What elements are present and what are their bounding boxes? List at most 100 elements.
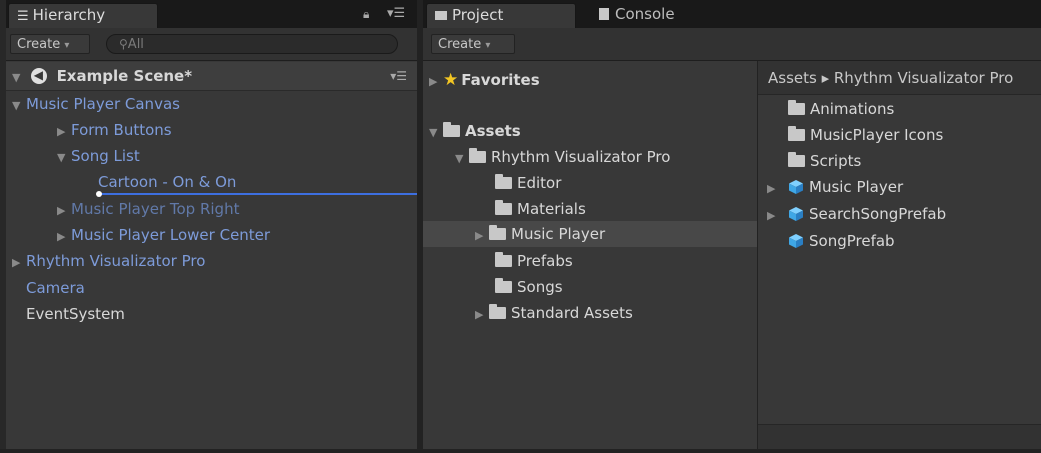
assets-row[interactable]: ▼ Assets	[429, 118, 521, 144]
tab-console-label: Console	[615, 5, 675, 23]
content-item-scripts[interactable]: Scripts	[788, 148, 861, 174]
folder-icon	[788, 100, 805, 115]
folder-icon	[435, 11, 447, 20]
hierarchy-item-eventsystem[interactable]: EventSystem	[26, 301, 125, 327]
tab-hierarchy-label: Hierarchy	[32, 6, 106, 24]
content-item-searchsongprefab[interactable]: ▶ SearchSongPrefab	[767, 201, 946, 227]
hierarchy-item-music-player-canvas[interactable]: ▼ Music Player Canvas	[12, 91, 180, 117]
item-label: Music Player	[511, 225, 606, 243]
hierarchy-create-button[interactable]: Create ▾	[10, 34, 90, 54]
project-toolbar: Create ▾	[423, 28, 1041, 61]
folder-icon	[495, 200, 512, 215]
scene-header[interactable]: ▼ ◀ Example Scene* ▾☰	[6, 62, 417, 91]
item-label: Prefabs	[517, 252, 573, 270]
item-label: Rhythm Visualizator Pro	[491, 148, 671, 166]
item-label: Rhythm Visualizator Pro	[26, 252, 206, 270]
item-label: Camera	[26, 279, 85, 297]
collapse-triangle-icon[interactable]: ▶	[767, 176, 788, 202]
expand-triangle-icon[interactable]: ▼	[57, 145, 71, 171]
folder-icon	[788, 152, 805, 167]
scene-name: Example Scene*	[56, 67, 193, 85]
item-label: Song List	[71, 147, 140, 165]
item-label: Songs	[517, 278, 563, 296]
prefab-cube-icon	[789, 207, 803, 221]
item-label: SearchSongPrefab	[809, 205, 947, 223]
collapse-triangle-icon[interactable]: ▶	[475, 302, 489, 328]
collapse-triangle-icon[interactable]: ▶	[429, 69, 443, 95]
scene-menu-icon[interactable]: ▾☰	[390, 62, 407, 90]
collapse-triangle-icon[interactable]: ▶	[475, 223, 489, 249]
create-label: Create	[438, 37, 482, 52]
folder-icon	[495, 252, 512, 267]
item-label: Music Player	[809, 178, 904, 196]
item-label: Form Buttons	[71, 121, 172, 139]
collapse-triangle-icon[interactable]: ▶	[57, 224, 71, 250]
favorites-label: Favorites	[461, 71, 540, 89]
create-label: Create	[17, 37, 61, 52]
content-item-musicplayer-icons[interactable]: MusicPlayer Icons	[788, 122, 943, 148]
tree-item-rhythm-visualizator-pro[interactable]: ▼ Rhythm Visualizator Pro	[455, 144, 670, 170]
tab-console[interactable]: Console	[591, 3, 731, 28]
lock-icon[interactable]: 🔒︎	[363, 7, 369, 22]
folder-icon	[489, 304, 506, 319]
collapse-triangle-icon[interactable]: ▶	[767, 203, 788, 229]
content-item-songprefab[interactable]: SongPrefab	[788, 228, 895, 254]
item-label: Music Player Top Right	[71, 200, 240, 218]
panel-divider	[417, 0, 423, 453]
tree-item-standard-assets[interactable]: ▶ Standard Assets	[475, 300, 633, 326]
expand-triangle-icon[interactable]: ▼	[429, 120, 443, 146]
search-placeholder: All	[127, 37, 144, 52]
hierarchy-item-music-player-top-right[interactable]: ▶ Music Player Top Right	[57, 196, 239, 222]
project-panel: Project Console Create ▾ ▶ ★ Favorites ▼ As…	[423, 0, 1041, 453]
content-item-animations[interactable]: Animations	[788, 96, 894, 122]
panel-menu-icon[interactable]: ▾☰	[387, 6, 405, 21]
hierarchy-item-rhythm-visualizator-pro[interactable]: ▶ Rhythm Visualizator Pro	[12, 248, 205, 274]
tree-item-materials[interactable]: Materials	[495, 196, 586, 222]
content-item-music-player[interactable]: ▶ Music Player	[767, 174, 903, 200]
expand-triangle-icon[interactable]: ▼	[12, 93, 26, 119]
chevron-down-icon: ▾	[485, 40, 491, 51]
unity-scene-icon: ◀	[30, 68, 47, 84]
item-label: Music Player Canvas	[26, 95, 180, 113]
tree-item-music-player[interactable]: ▶ Music Player	[475, 221, 605, 247]
item-label: Materials	[517, 200, 586, 218]
hierarchy-search-input[interactable]: ⚲All	[106, 34, 398, 54]
folder-icon	[489, 225, 506, 240]
collapse-triangle-icon[interactable]: ▶	[57, 119, 71, 145]
item-label: Standard Assets	[511, 304, 633, 322]
collapse-triangle-icon[interactable]: ▶	[57, 198, 71, 224]
drop-indicator-line	[98, 193, 417, 195]
tab-project-label: Project	[452, 6, 504, 24]
console-icon	[599, 8, 609, 20]
breadcrumb-text[interactable]: Assets ▸ Rhythm Visualizator Pro	[768, 69, 1013, 87]
hierarchy-item-form-buttons[interactable]: ▶ Form Buttons	[57, 117, 172, 143]
folder-icon	[469, 148, 486, 163]
item-label: Editor	[517, 174, 562, 192]
hierarchy-item-music-player-lower-center[interactable]: ▶ Music Player Lower Center	[57, 222, 270, 248]
hierarchy-item-song-list[interactable]: ▼ Song List	[57, 143, 140, 169]
folder-icon	[788, 126, 805, 141]
hierarchy-item-cartoon-on-and-on[interactable]: Cartoon - On & On	[98, 169, 236, 195]
chevron-down-icon: ▾	[64, 40, 70, 51]
project-tabbar: Project Console	[423, 0, 1041, 28]
breadcrumb: Assets ▸ Rhythm Visualizator Pro	[758, 61, 1041, 95]
item-label: MusicPlayer Icons	[810, 126, 944, 144]
prefab-cube-icon	[789, 234, 803, 248]
tree-item-editor[interactable]: Editor	[495, 170, 561, 196]
project-create-button[interactable]: Create ▾	[431, 34, 515, 54]
bottom-edge	[0, 449, 1041, 453]
item-label: Cartoon - On & On	[98, 173, 237, 191]
tree-item-songs[interactable]: Songs	[495, 274, 563, 300]
item-label: EventSystem	[26, 305, 125, 323]
expand-triangle-icon[interactable]: ▼	[12, 64, 26, 92]
hierarchy-item-camera[interactable]: Camera	[26, 275, 85, 301]
contents-footer-bar	[758, 424, 1041, 449]
tab-project[interactable]: Project	[426, 3, 576, 28]
assets-label: Assets	[465, 122, 521, 140]
tab-hierarchy[interactable]: ☰ Hierarchy	[8, 3, 158, 28]
expand-triangle-icon[interactable]: ▼	[455, 146, 469, 172]
favorites-row[interactable]: ▶ ★ Favorites	[429, 67, 540, 93]
collapse-triangle-icon[interactable]: ▶	[12, 250, 26, 276]
item-label: SongPrefab	[809, 232, 895, 250]
tree-item-prefabs[interactable]: Prefabs	[495, 248, 573, 274]
